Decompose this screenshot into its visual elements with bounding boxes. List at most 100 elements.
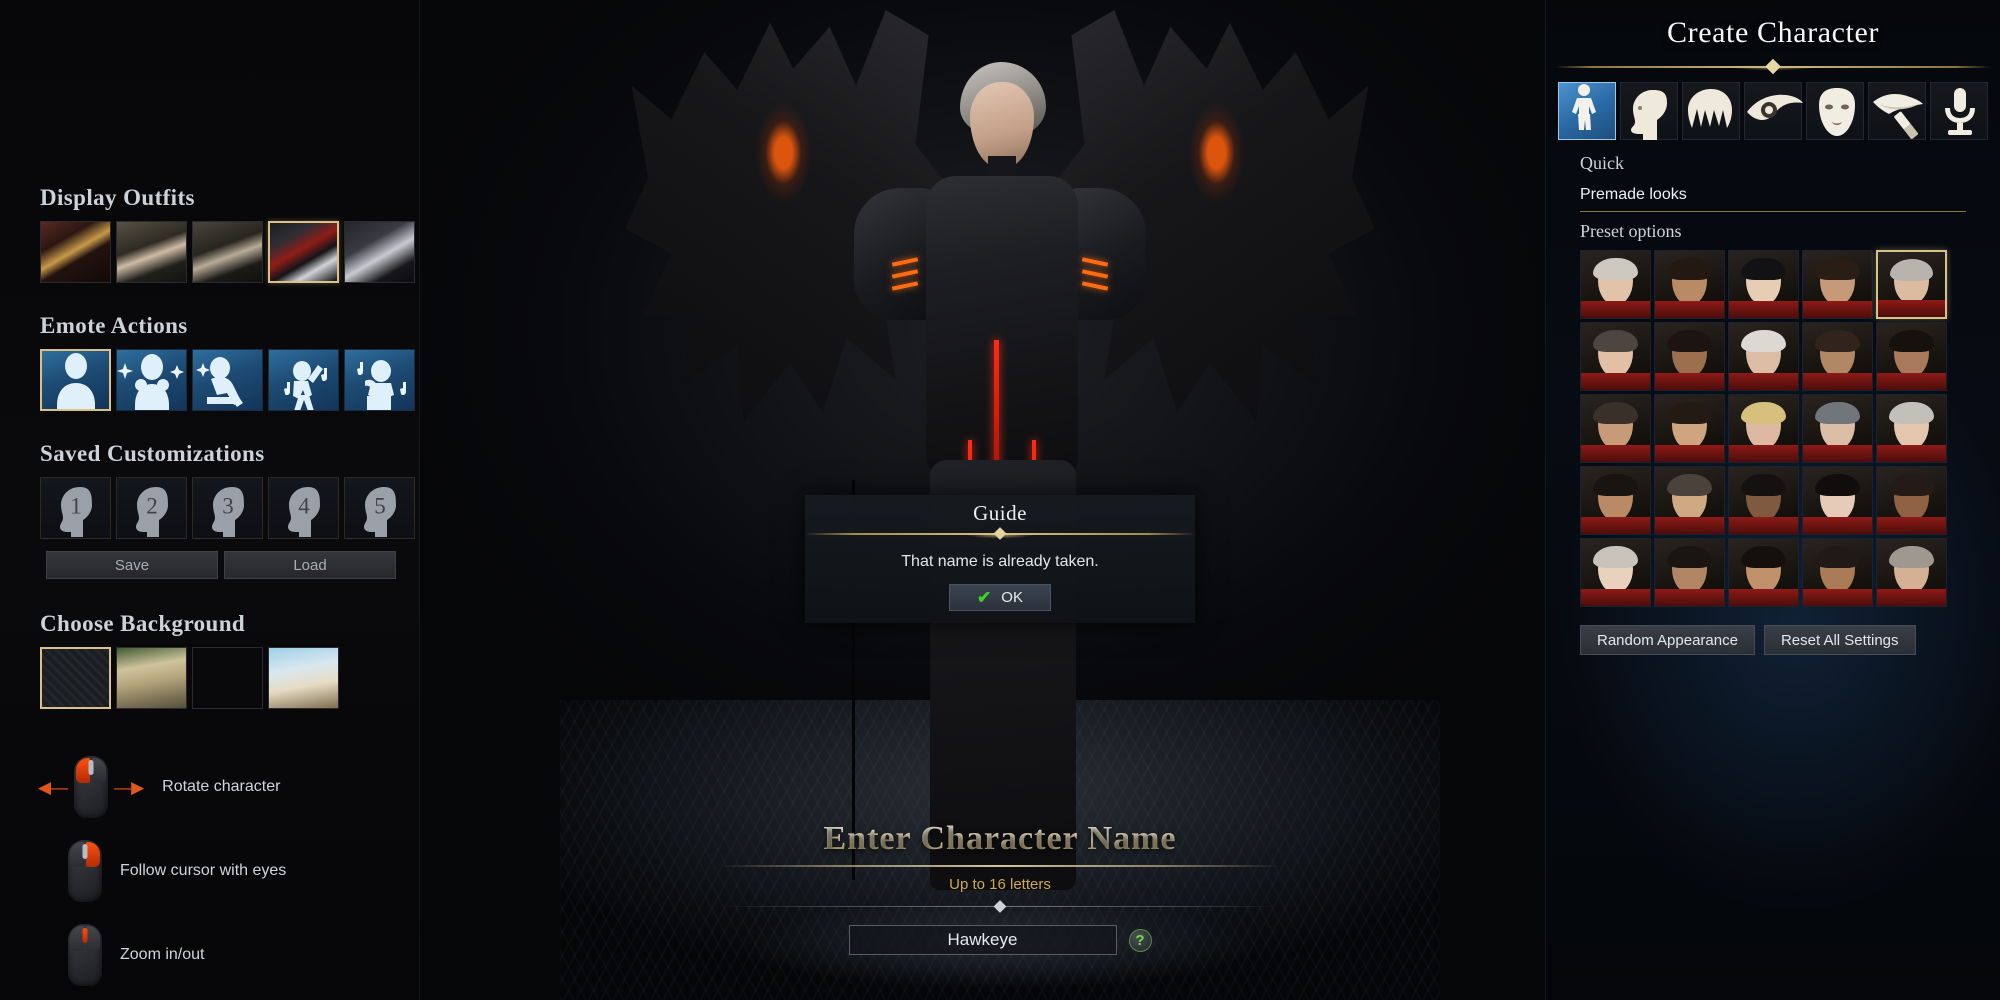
preset-scarf (1878, 300, 1945, 317)
body-icon (1555, 80, 1619, 142)
outfit-1[interactable] (40, 221, 111, 283)
preset-options-grid (1580, 250, 1954, 607)
tab-face[interactable] (1620, 82, 1678, 140)
preset-hair (1889, 545, 1934, 569)
preset-25[interactable] (1876, 538, 1947, 607)
mouse-hints-group: ◀— —▶ Rotate character Follow cursor with e… (0, 745, 419, 997)
dialog-ok-button[interactable]: ✔ OK (949, 584, 1051, 611)
tab-makeup[interactable] (1868, 82, 1926, 140)
saved-slot-number: 2 (146, 493, 158, 519)
preset-17[interactable] (1654, 466, 1725, 535)
emote-actions-row[interactable] (40, 349, 419, 411)
preset-9[interactable] (1802, 322, 1873, 391)
preset-6[interactable] (1580, 322, 1651, 391)
preset-portrait (1655, 539, 1724, 606)
premade-looks-item[interactable]: Premade looks (1580, 186, 1966, 212)
outfit-2[interactable] (116, 221, 187, 283)
emote-kneel[interactable] (192, 349, 263, 411)
preset-hair (1741, 329, 1786, 353)
preset-13[interactable] (1728, 394, 1799, 463)
preset-scarf (1655, 300, 1724, 318)
tab-eyes[interactable] (1744, 82, 1803, 140)
tab-skin[interactable] (1806, 82, 1864, 140)
preset-4[interactable] (1802, 250, 1873, 319)
head-icon (1617, 80, 1681, 142)
save-button[interactable]: Save (46, 551, 218, 579)
tab-body[interactable] (1558, 82, 1616, 140)
display-outfits-title: Display Outfits (40, 185, 195, 210)
preset-hair (1667, 545, 1712, 569)
saved-slot-number: 1 (70, 493, 82, 519)
saved-slot-number: 5 (374, 493, 386, 519)
preset-3[interactable] (1728, 250, 1799, 319)
saved-customizations-row[interactable]: 1 2 3 4 5 (40, 477, 419, 539)
preset-portrait (1581, 539, 1650, 606)
saved-slot-4[interactable]: 4 (268, 477, 339, 539)
preset-2[interactable] (1654, 250, 1725, 319)
saved-slot-2[interactable]: 2 (116, 477, 187, 539)
emote-dance[interactable] (268, 349, 339, 411)
preset-15[interactable] (1876, 394, 1947, 463)
outfit-4[interactable] (268, 221, 339, 283)
preset-16[interactable] (1580, 466, 1651, 535)
background-desert-ruin[interactable] (116, 647, 187, 709)
panel-action-buttons: Random Appearance Reset All Settings (1580, 625, 2000, 655)
preset-portrait (1581, 323, 1650, 390)
emote-cheer[interactable] (116, 349, 187, 411)
lipstick-icon (1865, 80, 1929, 142)
character-name-input[interactable]: Hawkeye (848, 925, 1117, 955)
preset-hair (1593, 545, 1638, 569)
background-metal-floor[interactable] (40, 647, 111, 709)
outfit-3[interactable] (192, 221, 263, 283)
preset-hair (1890, 258, 1933, 281)
display-outfits-row[interactable] (40, 221, 419, 283)
preset-hair (1667, 401, 1712, 425)
checkmark-icon: ✔ (977, 588, 992, 607)
help-icon[interactable]: ? (1128, 928, 1152, 952)
preset-scarf (1581, 588, 1650, 606)
preset-5[interactable] (1876, 250, 1947, 319)
preset-14[interactable] (1802, 394, 1873, 463)
customization-tabs (1546, 74, 2000, 140)
preset-scarf (1729, 516, 1798, 534)
preset-1[interactable] (1580, 250, 1651, 319)
preset-8[interactable] (1728, 322, 1799, 391)
preset-12[interactable] (1654, 394, 1725, 463)
preset-19[interactable] (1802, 466, 1873, 535)
preset-18[interactable] (1728, 466, 1799, 535)
preset-10[interactable] (1876, 322, 1947, 391)
saved-slot-3[interactable]: 3 (192, 477, 263, 539)
preset-scarf (1803, 372, 1872, 390)
preset-hair (1593, 257, 1638, 281)
load-button[interactable]: Load (224, 551, 396, 579)
name-input-row: Hawkeye ? (700, 925, 1300, 955)
preset-hair (1815, 473, 1860, 497)
saved-slot-1[interactable]: 1 (40, 477, 111, 539)
emote-music[interactable] (344, 349, 415, 411)
preset-23[interactable] (1728, 538, 1799, 607)
emote-idle[interactable] (40, 349, 111, 411)
preset-24[interactable] (1802, 538, 1873, 607)
tab-voice[interactable] (1930, 82, 1988, 140)
preset-hair (1667, 257, 1712, 281)
outfit-5[interactable] (344, 221, 415, 283)
preset-11[interactable] (1580, 394, 1651, 463)
preset-options-label: Preset options (1580, 221, 1682, 241)
preset-portrait (1729, 539, 1798, 606)
tab-hair[interactable] (1682, 82, 1740, 140)
random-appearance-button[interactable]: Random Appearance (1580, 625, 1755, 655)
preset-portrait (1803, 395, 1872, 462)
saved-slot-5[interactable]: 5 (344, 477, 415, 539)
mouse-wheel-icon (82, 844, 88, 859)
background-beach[interactable] (268, 647, 339, 709)
preset-22[interactable] (1654, 538, 1725, 607)
mouse-right-button (86, 842, 100, 867)
preset-21[interactable] (1580, 538, 1651, 607)
preset-7[interactable] (1654, 322, 1725, 391)
choose-background-row[interactable] (40, 647, 419, 709)
background-blue-night[interactable] (192, 647, 263, 709)
preset-hair (1815, 257, 1860, 281)
reset-all-settings-button[interactable]: Reset All Settings (1763, 625, 1916, 655)
preset-portrait (1877, 539, 1946, 606)
preset-20[interactable] (1876, 466, 1947, 535)
